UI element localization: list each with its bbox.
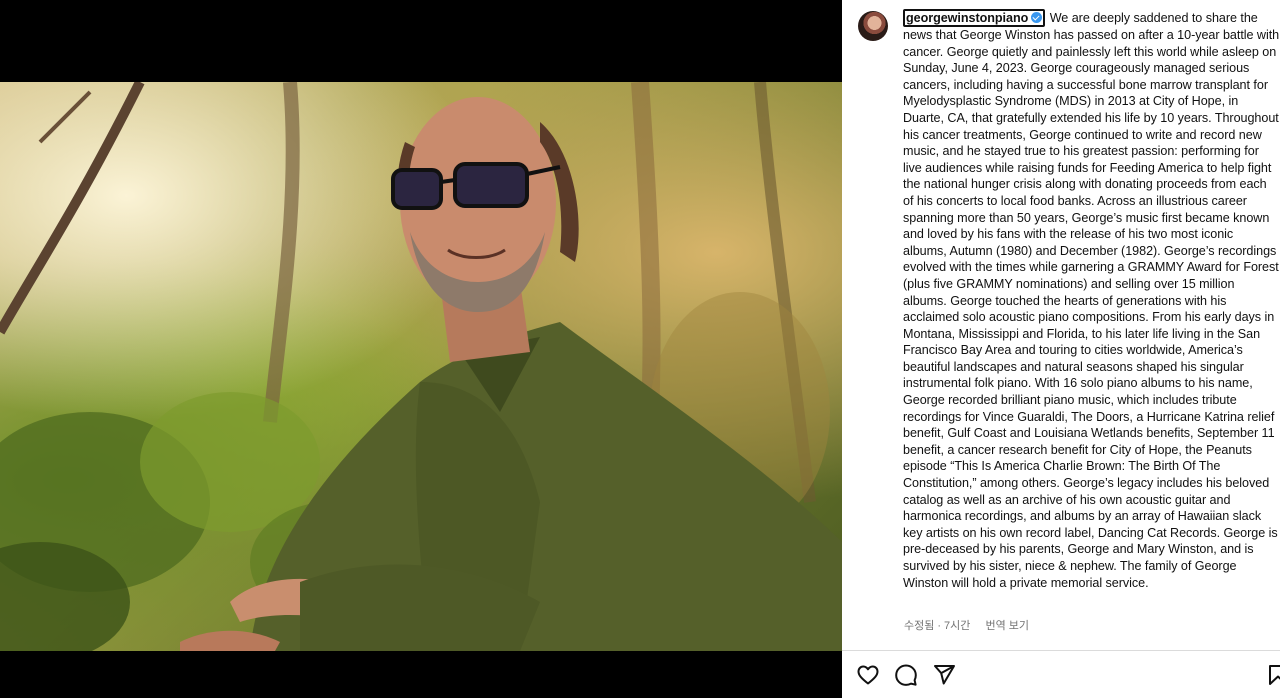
- photo-illustration: [0, 82, 842, 651]
- comment-button[interactable]: [894, 663, 920, 689]
- bookmark-icon: [1269, 665, 1280, 685]
- like-button[interactable]: [856, 663, 882, 689]
- profile-avatar[interactable]: [858, 11, 888, 41]
- post-timestamp[interactable]: 7시간: [944, 620, 970, 632]
- heart-icon: [857, 665, 879, 685]
- translate-link[interactable]: 번역 보기: [985, 620, 1029, 632]
- send-icon: [934, 665, 955, 685]
- verified-badge-icon: [1031, 12, 1043, 23]
- meta-separator: ·: [937, 620, 942, 632]
- share-button[interactable]: [932, 663, 958, 689]
- username-link[interactable]: georgewinstonpiano: [903, 9, 1046, 27]
- save-button[interactable]: [1266, 663, 1280, 689]
- post-media-area: [0, 0, 842, 698]
- actions-divider: [842, 650, 1280, 651]
- post-photo[interactable]: [0, 82, 842, 651]
- edited-label: 수정됨: [904, 620, 935, 632]
- caption-text: We are deeply saddened to share the news…: [903, 11, 1280, 590]
- post-meta: 수정됨 · 7시간 번역 보기: [904, 617, 1029, 633]
- post-details-panel: georgewinstonpiano We are deeply saddene…: [842, 0, 1280, 698]
- comment-icon: [895, 664, 917, 686]
- username-text[interactable]: georgewinstonpiano: [906, 11, 1028, 25]
- post-caption: georgewinstonpiano We are deeply saddene…: [903, 9, 1280, 591]
